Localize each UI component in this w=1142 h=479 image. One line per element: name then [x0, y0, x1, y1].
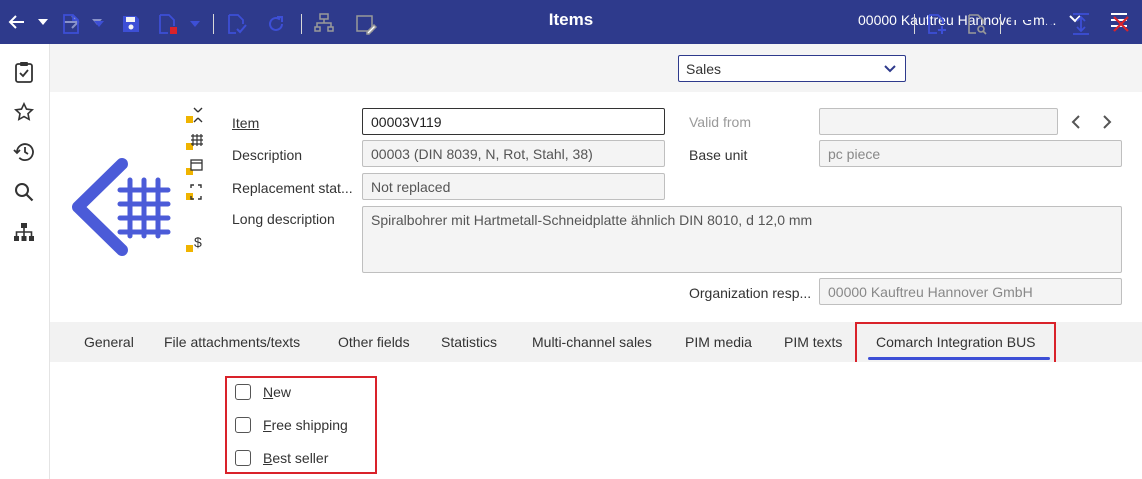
new-document-icon[interactable]: [62, 12, 80, 36]
item-input[interactable]: 00003V119: [362, 108, 665, 135]
best-seller-checkbox-label: Best seller: [263, 450, 329, 466]
tab-other-fields[interactable]: Other fields: [338, 322, 410, 362]
structure-icon[interactable]: [314, 12, 334, 36]
new-checkbox[interactable]: [235, 384, 251, 400]
tab-content: [50, 362, 1142, 479]
view-select[interactable]: Sales: [678, 55, 906, 82]
back-arrow-icon[interactable]: [8, 13, 26, 31]
toolbar-separator: [213, 14, 214, 34]
checkbox-row-new[interactable]: New: [235, 382, 291, 402]
tab-pim-texts[interactable]: PIM texts: [784, 322, 842, 362]
close-icon[interactable]: [1112, 12, 1130, 36]
checkbox-row-best-seller[interactable]: Best seller: [235, 448, 328, 468]
tab-statistics[interactable]: Statistics: [441, 322, 497, 362]
tab-file-attachments[interactable]: File attachments/texts: [164, 322, 300, 362]
edit-frame-icon[interactable]: [355, 12, 377, 36]
free-shipping-checkbox-label: Free shipping: [263, 417, 348, 433]
previous-arrow-icon[interactable]: [1070, 115, 1082, 134]
best-seller-checkbox[interactable]: [235, 450, 251, 466]
search-icon[interactable]: [12, 180, 36, 204]
valid-from-input[interactable]: [819, 108, 1058, 135]
calendar-edit-icon[interactable]: [184, 157, 204, 177]
toolbar-separator: [1000, 14, 1001, 34]
base-unit-label: Base unit: [689, 147, 748, 163]
replacement-status-label: Replacement stat...: [232, 180, 353, 196]
tab-pim-media[interactable]: PIM media: [685, 322, 752, 362]
replacement-status-input[interactable]: Not replaced: [362, 173, 665, 200]
delete-document-icon[interactable]: [158, 12, 178, 36]
expand-vertical-icon[interactable]: [1072, 12, 1090, 36]
price-dollar-icon[interactable]: $: [184, 234, 204, 254]
next-arrow-icon[interactable]: [1101, 115, 1113, 134]
collapse-icon[interactable]: [184, 105, 204, 125]
organization-label: Organization resp...: [689, 285, 812, 301]
history-icon[interactable]: [12, 140, 36, 164]
long-description-input[interactable]: Spiralbohrer mit Hartmetall-Schneidplatt…: [362, 206, 1122, 273]
delete-dropdown-chevron-icon[interactable]: [190, 12, 200, 36]
back-history-chevron-icon[interactable]: [38, 18, 48, 26]
grid-icon[interactable]: [184, 132, 204, 152]
document-search-icon[interactable]: [967, 12, 987, 36]
chevron-down-icon[interactable]: [883, 62, 897, 79]
new-checkbox-label: New: [263, 384, 292, 400]
app-title: Items: [548, 10, 594, 29]
free-shipping-checkbox[interactable]: [235, 417, 251, 433]
toolbar-separator: [301, 14, 302, 34]
item-logo-icon: [72, 158, 171, 256]
tab-general[interactable]: General: [84, 322, 134, 362]
valid-from-label: Valid from: [689, 114, 751, 130]
description-input[interactable]: 00003 (DIN 8039, N, Rot, Stahl, 38): [362, 140, 665, 167]
new-dropdown-chevron-icon[interactable]: [94, 12, 104, 36]
tab-multi-channel-sales[interactable]: Multi-channel sales: [532, 322, 652, 362]
save-icon[interactable]: [121, 12, 141, 36]
description-label: Description: [232, 147, 303, 163]
base-unit-input[interactable]: pc piece: [819, 140, 1122, 167]
svg-text:$: $: [194, 235, 202, 250]
item-label: Item: [232, 115, 260, 131]
long-description-label: Long description: [232, 211, 335, 227]
sidebar: [0, 44, 50, 479]
check-document-icon[interactable]: [227, 12, 247, 36]
org-structure-icon[interactable]: [12, 220, 36, 244]
refresh-icon[interactable]: [266, 12, 286, 36]
view-select-value: Sales: [686, 61, 722, 77]
favorites-star-icon[interactable]: [12, 100, 36, 124]
organization-input[interactable]: 00000 Kauftreu Hannover GmbH: [819, 278, 1122, 305]
toolbar-separator: [914, 14, 915, 34]
new-from-template-icon[interactable]: [927, 12, 947, 36]
checkbox-row-free-shipping[interactable]: Free shipping: [235, 415, 348, 435]
toolbar: [50, 44, 1142, 92]
expand-icon[interactable]: [184, 182, 204, 202]
window-layout-icon[interactable]: [1011, 12, 1033, 36]
tasks-clipboard-icon[interactable]: [12, 60, 36, 84]
layout-dropdown-chevron-icon[interactable]: [1044, 12, 1054, 36]
